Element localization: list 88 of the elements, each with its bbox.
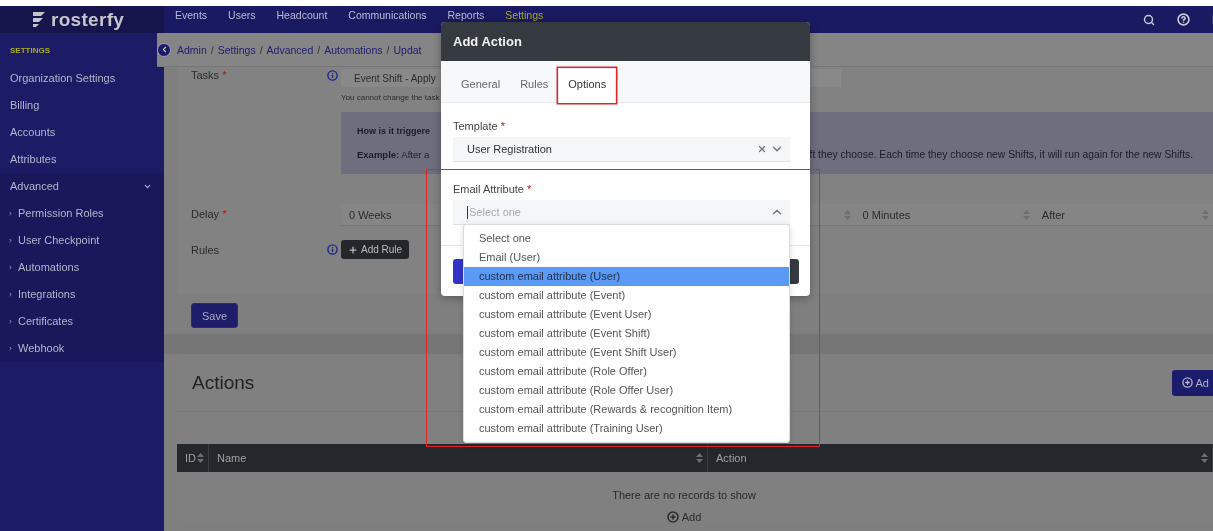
breadcrumb-separator: / (386, 43, 390, 56)
plus-circle-icon (666, 511, 679, 523)
breadcrumb-separator: / (259, 43, 263, 56)
sidebar-item[interactable]: Advanced (0, 173, 164, 200)
dropdown-option[interactable]: custom email attribute (Event User) (464, 305, 789, 324)
sidebar-item[interactable]: Attributes (0, 146, 164, 173)
tab[interactable]: Rules (510, 68, 559, 103)
sidebar-subitem[interactable]: Integrations (0, 281, 164, 308)
nav-link[interactable]: Reports (447, 9, 485, 21)
breadcrumb-separator: / (317, 43, 321, 56)
logo-icon (32, 11, 46, 28)
add-action-button[interactable]: Ad (1171, 369, 1213, 396)
nav-link[interactable]: Users (228, 9, 256, 21)
bullet-icon (8, 319, 13, 324)
template-select[interactable]: User Registration (453, 137, 790, 162)
help-icon[interactable] (1177, 13, 1190, 26)
bullet-icon (8, 265, 13, 270)
plus-circle-icon (1181, 377, 1193, 388)
column-header[interactable]: Name (209, 444, 708, 472)
sidebar-subitem[interactable]: Automations (0, 254, 164, 281)
dropdown-option[interactable]: custom email attribute (Event Shift User) (464, 343, 789, 362)
field-hint: You cannot change the task (341, 93, 441, 102)
field-label: Tasks * (191, 69, 228, 81)
clear-icon[interactable] (757, 144, 767, 154)
sort-icon[interactable] (696, 453, 703, 463)
sidebar-subitem[interactable]: Webhook (0, 335, 164, 362)
nav-link[interactable]: Events (175, 9, 208, 21)
breadcrumb-separator: / (210, 43, 214, 56)
sidebar-subitem[interactable]: Certificates (0, 308, 164, 335)
required-asterisk: * (222, 208, 227, 220)
required-asterisk: * (526, 183, 532, 195)
breadcrumb-link[interactable]: Settings (217, 43, 256, 56)
search-icon[interactable] (1143, 13, 1155, 26)
placeholder-text: Select one (469, 206, 521, 218)
card-title: Actions (192, 371, 255, 394)
dropdown-option[interactable]: custom email attribute (User) (464, 267, 789, 286)
sidebar-item[interactable]: Accounts (0, 119, 164, 146)
field-label: Rules (191, 243, 221, 256)
nav-link[interactable]: Headcount (276, 9, 328, 21)
info-text: ft they choose. Each time they choose new Shifts, it will run again for the new Shifts. (809, 149, 1193, 160)
tab[interactable]: General (451, 68, 511, 103)
info-icon[interactable] (327, 244, 338, 255)
dropdown-option[interactable]: Select one (464, 229, 789, 248)
sort-icon[interactable] (1201, 453, 1208, 463)
bullet-icon (8, 238, 13, 243)
add-rule-button[interactable]: Add Rule (341, 240, 410, 259)
collapse-icon[interactable] (157, 42, 171, 57)
sidebar-item[interactable]: Billing (0, 92, 164, 119)
add-link[interactable]: Add (666, 511, 702, 523)
dialog-title: Add Action (453, 34, 522, 49)
column-header[interactable]: Action (708, 444, 1213, 472)
dropdown-option[interactable]: Email (User) (464, 248, 789, 267)
dropdown-option[interactable]: custom email attribute (Event Shift) (464, 324, 789, 343)
dropdown-option[interactable]: custom email attribute (Rewards & recognition Item) (464, 400, 789, 419)
breadcrumb-link[interactable]: Admin (177, 43, 207, 56)
field-label: Email Attribute * (453, 183, 533, 195)
chevron-down-icon (143, 182, 152, 191)
sidebar-subitem[interactable]: User Checkpoint (0, 227, 164, 254)
required-asterisk: * (500, 120, 505, 132)
sidebar-subitem[interactable]: Permission Roles (0, 200, 164, 227)
field-label: Delay * (191, 207, 228, 220)
dropdown-option[interactable]: custom email attribute (Training User) (464, 419, 789, 438)
info-icon[interactable] (327, 70, 338, 81)
sort-icon[interactable] (197, 453, 204, 463)
empty-message: There are no records to show (612, 489, 756, 501)
required-asterisk: * (222, 69, 227, 81)
info-title: How is it triggere (357, 126, 430, 136)
breadcrumb-link[interactable]: Automations (324, 43, 383, 56)
info-text: Example: After a (357, 149, 430, 160)
breadcrumb-link[interactable]: Updat (393, 43, 422, 56)
nav-link[interactable]: Settings (505, 9, 544, 21)
text-cursor (467, 205, 468, 219)
dropdown-option[interactable]: custom email attribute (Role Offer User) (464, 381, 789, 400)
field-label: Template * (453, 120, 506, 132)
nav-link[interactable]: Communications (348, 9, 427, 21)
breadcrumb-link[interactable]: Advanced (266, 43, 314, 56)
tab[interactable]: Options (558, 68, 617, 103)
column-header[interactable]: ID (177, 444, 209, 472)
bullet-icon (8, 211, 13, 216)
save-button[interactable]: Save (191, 303, 239, 328)
bullet-icon (8, 292, 13, 297)
dropdown-option[interactable]: custom email attribute (Role Offer) (464, 362, 789, 381)
plus-icon (348, 244, 358, 255)
dropdown-option[interactable]: custom email attribute (Event) (464, 286, 789, 305)
bullet-icon (8, 346, 13, 351)
sidebar-item[interactable]: Organization Settings (0, 65, 164, 92)
logo-text: rosterfy (51, 8, 125, 31)
sidebar-heading: SETTINGS (9, 45, 51, 57)
